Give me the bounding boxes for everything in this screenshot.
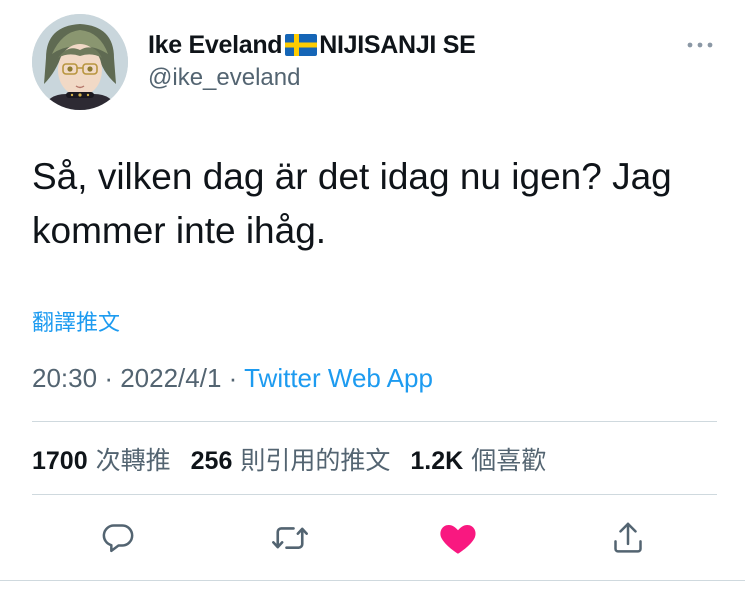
retweets-label[interactable]: 次轉推 [96, 441, 171, 477]
sweden-flag-icon [285, 34, 318, 56]
author-handle[interactable]: @ike_eveland [148, 64, 300, 92]
more-options-icon[interactable] [685, 36, 715, 54]
display-name-suffix[interactable]: NIJISANJI SE [319, 31, 475, 60]
share-button[interactable] [606, 516, 650, 560]
tweet-actions [0, 516, 745, 562]
divider [32, 421, 717, 422]
divider [0, 580, 745, 581]
display-name[interactable]: Ike Eveland [148, 31, 283, 60]
retweet-icon [272, 527, 308, 549]
tweet-stats: 1700 次轉推 256 則引用的推文 1.2K 個喜歡 [32, 441, 566, 477]
reply-icon [102, 524, 134, 553]
retweets-count[interactable]: 1700 [32, 447, 88, 476]
like-button[interactable] [436, 516, 480, 560]
likes-count[interactable]: 1.2K [410, 447, 463, 476]
retweet-button[interactable] [268, 516, 312, 560]
quotes-label[interactable]: 則引用的推文 [240, 441, 390, 477]
heart-icon [440, 525, 476, 554]
divider [32, 494, 717, 495]
likes-label[interactable]: 個喜歡 [471, 441, 546, 477]
tweet-text: Så, vilken dag är det idag nu igen? Jag … [32, 156, 672, 251]
tweet-source[interactable]: Twitter Web App [244, 363, 433, 393]
tweet-date[interactable]: 2022/4/1 [120, 363, 221, 393]
translate-tweet-link[interactable]: 翻譯推文 [32, 305, 120, 337]
avatar-illustration [32, 14, 128, 110]
avatar[interactable] [32, 14, 128, 110]
meta-separator: · [104, 363, 113, 393]
reply-button[interactable] [96, 516, 140, 560]
quotes-count[interactable]: 256 [191, 447, 233, 476]
author-name-row[interactable]: Ike Eveland NIJISANJI SE [148, 28, 476, 62]
meta-separator: · [228, 363, 238, 393]
share-icon [614, 522, 642, 553]
tweet-time[interactable]: 20:30 [32, 363, 97, 393]
tweet-meta: 20:30 · 2022/4/1 · Twitter Web App [32, 363, 433, 394]
